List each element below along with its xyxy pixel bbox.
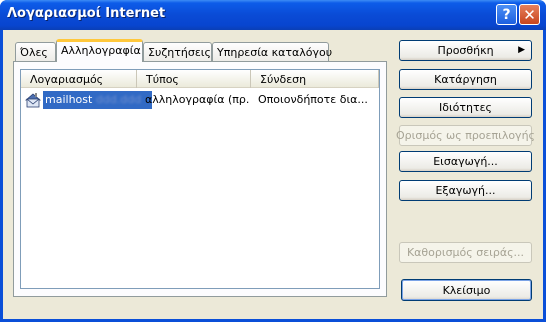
add-button[interactable]: Προσθήκη ▶ xyxy=(399,40,532,61)
button-label: Εισαγωγή... xyxy=(433,155,498,168)
help-button[interactable]: ? xyxy=(496,4,517,25)
tab-news[interactable]: Συζητήσεις xyxy=(143,42,212,62)
table-row[interactable]: mailhost ddd.ddd αλληλογραφία (πρ... Οπο… xyxy=(21,91,379,109)
mail-account-icon xyxy=(24,93,42,108)
button-label: Κατάργηση xyxy=(434,73,497,86)
remove-button[interactable]: Κατάργηση xyxy=(399,69,532,90)
internet-accounts-dialog: Λογαριασμοί Internet ? ✕ Όλες Αλληλογραφ… xyxy=(0,0,546,322)
account-connection-cell: Οποιονδήποτε δια... xyxy=(258,93,368,106)
tab-label: Υπηρεσία καταλόγου xyxy=(217,46,333,59)
column-header-label: Σύνδεση xyxy=(260,73,307,86)
submenu-arrow-icon: ▶ xyxy=(518,45,525,55)
account-name: mailhost xyxy=(45,93,93,106)
title-bar[interactable]: Λογαριασμοί Internet ? ✕ xyxy=(0,0,546,30)
button-label: Εξαγωγή... xyxy=(435,184,496,197)
close-dialog-button[interactable]: Κλείσιμο xyxy=(401,279,532,301)
tab-label: Συζητήσεις xyxy=(148,46,211,59)
set-order-button[interactable]: Καθορισμός σειράς... xyxy=(399,242,532,263)
button-label: Ιδιότητες xyxy=(438,101,493,114)
window-title: Λογαριασμοί Internet xyxy=(7,6,166,21)
tab-label: Όλες xyxy=(20,46,48,59)
close-window-button[interactable]: ✕ xyxy=(519,4,540,25)
properties-button[interactable]: Ιδιότητες xyxy=(399,97,532,118)
tab-all[interactable]: Όλες xyxy=(15,42,56,62)
button-label: Ορισμός ως προεπιλογής xyxy=(396,129,535,142)
list-header: Λογαριασμός Τύπος Σύνδεση xyxy=(21,70,379,88)
account-name-cell: mailhost ddd.ddd xyxy=(43,91,152,109)
set-default-button[interactable]: Ορισμός ως προεπιλογής xyxy=(396,125,535,146)
tab-panel-mail: Λογαριασμός Τύπος Σύνδεση mailhost ddd.d… xyxy=(13,61,387,297)
account-name-obscured: ddd.ddd xyxy=(95,93,142,106)
tab-directory-service[interactable]: Υπηρεσία καταλόγου xyxy=(212,42,333,62)
column-header-type[interactable]: Τύπος xyxy=(137,70,251,88)
close-icon: ✕ xyxy=(523,5,536,24)
column-header-connection[interactable]: Σύνδεση xyxy=(251,70,379,88)
button-label: Προσθήκη xyxy=(437,44,494,57)
export-button[interactable]: Εξαγωγή... xyxy=(399,180,532,201)
account-type-cell: αλληλογραφία (πρ... xyxy=(145,93,249,106)
tab-mail[interactable]: Αλληλογραφία xyxy=(56,39,143,62)
column-header-account[interactable]: Λογαριασμός xyxy=(21,70,137,88)
button-label: Καθορισμός σειράς... xyxy=(406,246,525,259)
accounts-list[interactable]: Λογαριασμός Τύπος Σύνδεση mailhost ddd.d… xyxy=(20,69,380,289)
column-header-label: Λογαριασμός xyxy=(30,73,104,86)
help-icon: ? xyxy=(502,6,511,23)
column-header-label: Τύπος xyxy=(146,73,179,86)
tab-label: Αλληλογραφία xyxy=(61,44,141,57)
import-button[interactable]: Εισαγωγή... xyxy=(399,151,532,172)
dialog-client-area: Όλες Αλληλογραφία Συζητήσεις Υπηρεσία κα… xyxy=(3,30,543,319)
button-label: Κλείσιμο xyxy=(442,283,491,297)
